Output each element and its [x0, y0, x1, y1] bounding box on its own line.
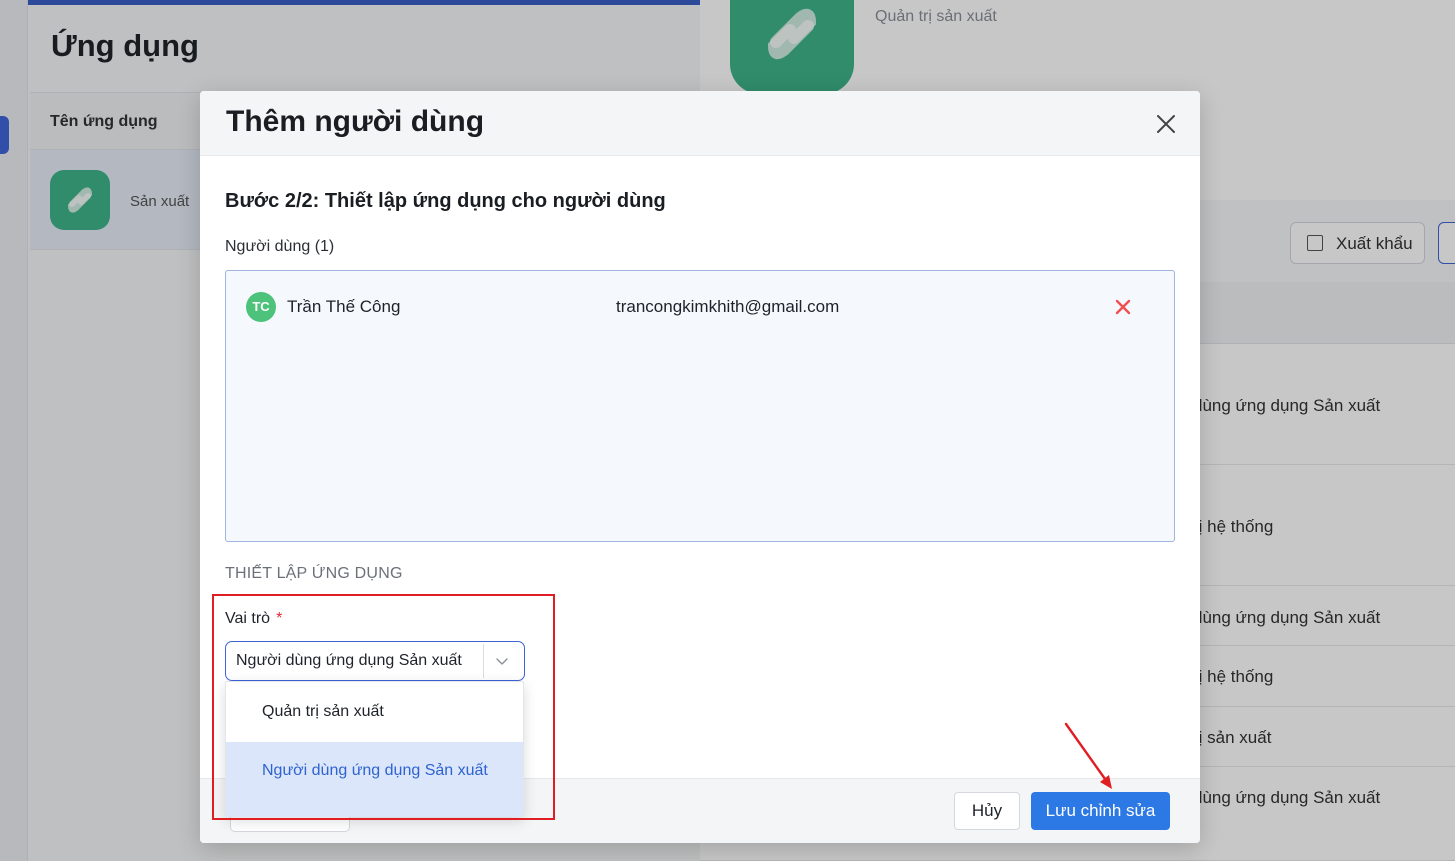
cancel-button[interactable]: Hủy — [954, 792, 1020, 830]
avatar: TC — [246, 292, 276, 322]
select-divider — [483, 644, 484, 678]
step-title: Bước 2/2: Thiết lập ứng dụng cho người d… — [225, 190, 666, 212]
remove-user-icon[interactable] — [1114, 298, 1132, 316]
selected-users-label: Người dùng (1) — [225, 238, 335, 255]
role-dropdown-menu: Quản trị sản xuất Người dùng ứng dụng Sả… — [225, 681, 524, 817]
app-settings-section-label: THIẾT LẬP ỨNG DỤNG — [225, 565, 403, 582]
option-label: Người dùng ứng dụng Sản xuất — [262, 762, 488, 779]
modal-header: Thêm người dùng — [200, 91, 1200, 156]
role-field-label: Vai trò * — [225, 610, 282, 628]
role-option-production-admin[interactable]: Quản trị sản xuất — [226, 682, 523, 742]
role-select[interactable]: Người dùng ứng dụng Sản xuất — [225, 641, 525, 681]
save-changes-button[interactable]: Lưu chỉnh sửa — [1031, 792, 1170, 830]
selected-users-list: TC Trần Thế Công trancongkimkhith@gmail.… — [225, 270, 1175, 542]
chevron-down-icon[interactable] — [495, 654, 509, 668]
list-item: TC Trần Thế Công trancongkimkhith@gmail.… — [226, 271, 1174, 343]
modal-title: Thêm người dùng — [226, 105, 485, 138]
role-option-production-user[interactable]: Người dùng ứng dụng Sản xuất — [226, 742, 523, 817]
role-select-value: Người dùng ứng dụng Sản xuất — [236, 652, 462, 669]
close-icon[interactable] — [1152, 110, 1180, 138]
required-mark: * — [276, 610, 283, 627]
role-label-text: Vai trò — [225, 610, 271, 627]
add-user-modal: Thêm người dùng Bước 2/2: Thiết lập ứng … — [200, 91, 1200, 843]
option-label: Quản trị sản xuất — [262, 703, 384, 720]
user-name: Trần Thế Công — [287, 297, 401, 316]
user-email: trancongkimkhith@gmail.com — [616, 297, 840, 316]
